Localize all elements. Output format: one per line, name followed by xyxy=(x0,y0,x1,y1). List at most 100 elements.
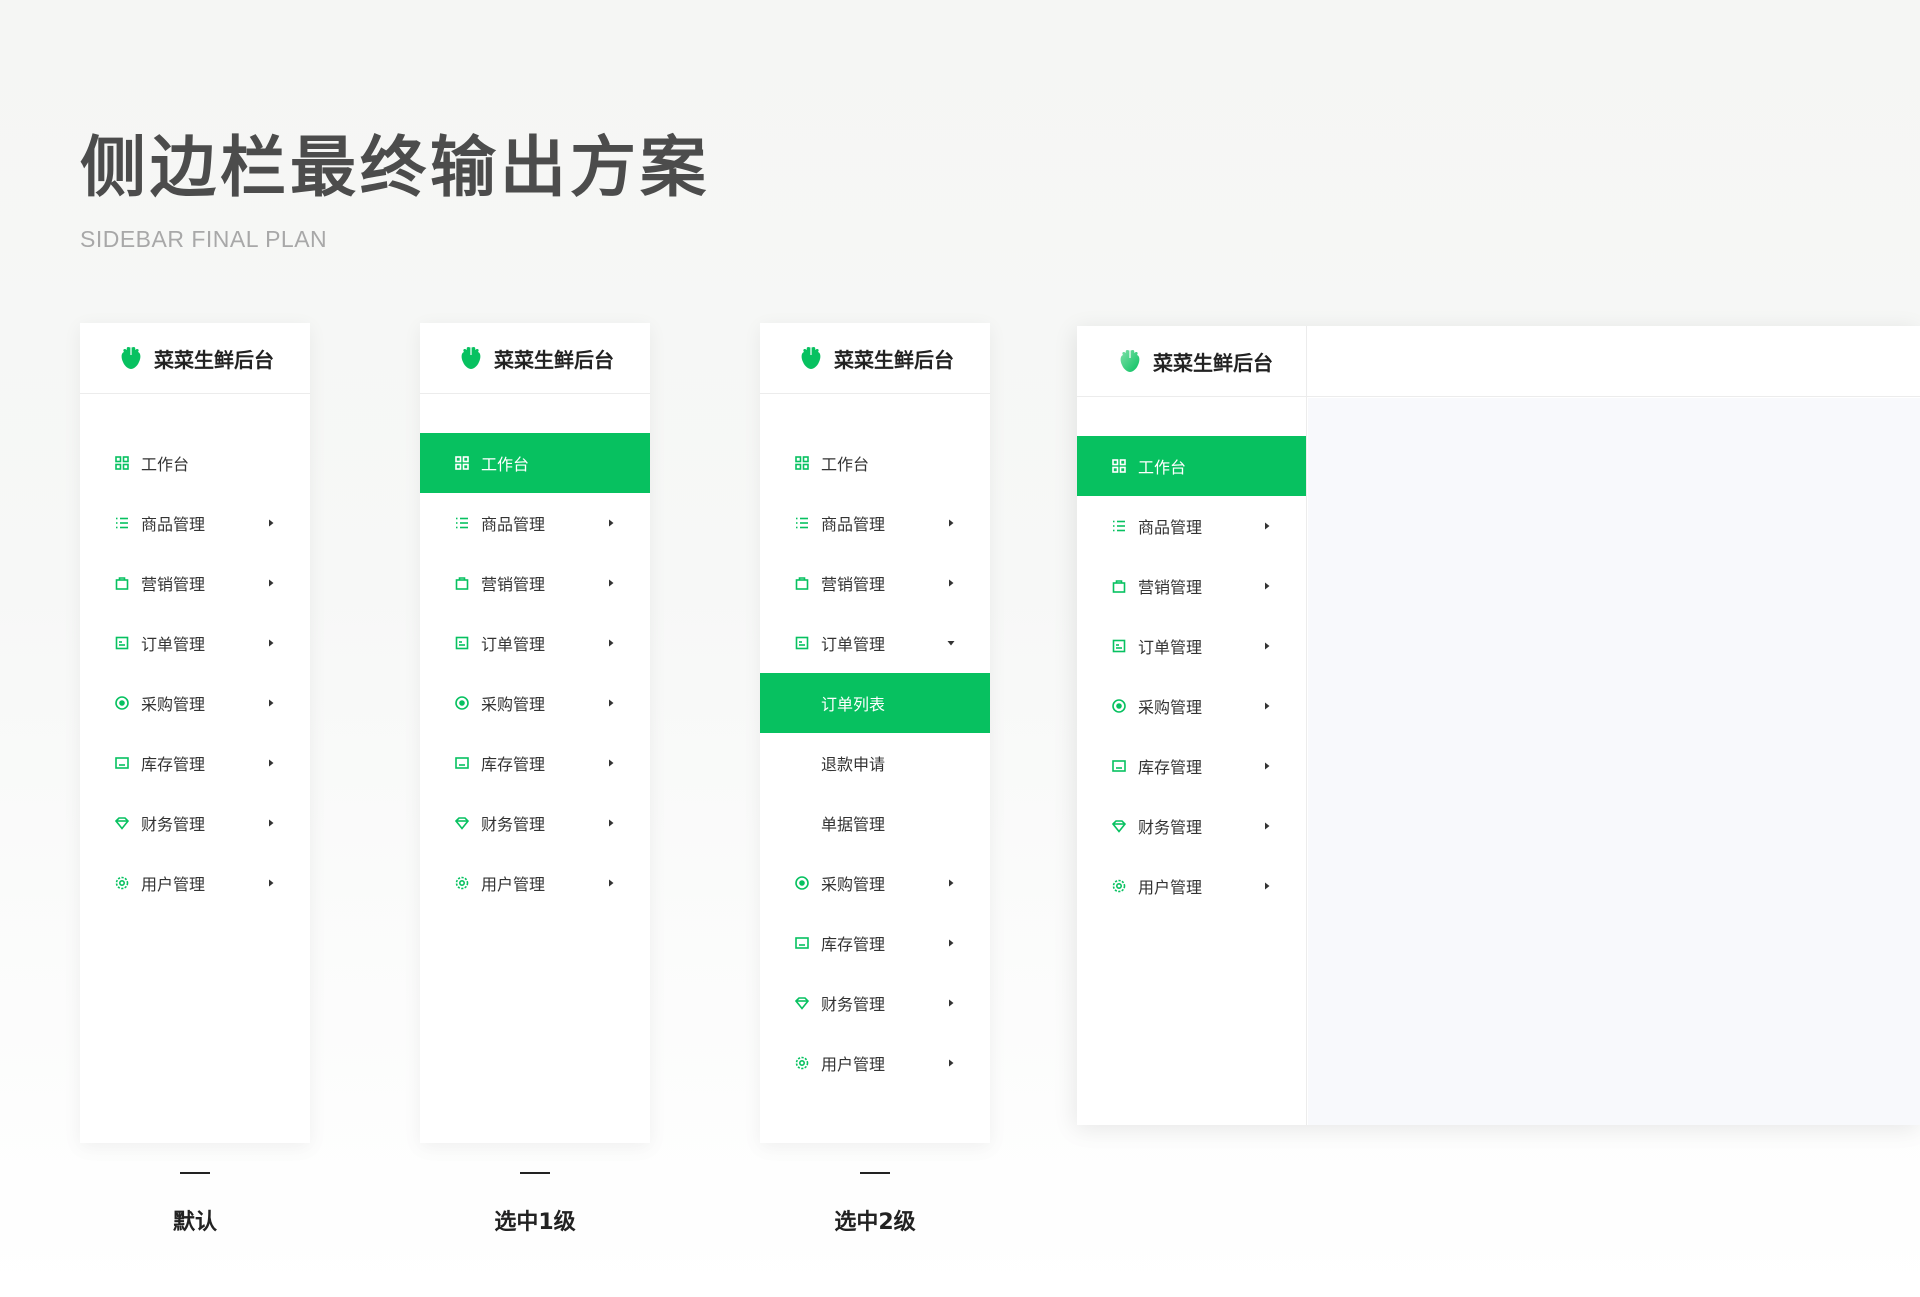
sidebar-item-workbench[interactable]: 工作台 xyxy=(80,433,310,493)
sidebar-item-label: 订单管理 xyxy=(1138,638,1203,657)
sidebar-item-users[interactable]: 用户管理 xyxy=(760,1033,990,1093)
caret-right-icon xyxy=(946,1058,956,1068)
gear-icon xyxy=(794,1055,810,1071)
sidebar-item-marketing[interactable]: 营销管理 xyxy=(760,553,990,613)
receipt-icon xyxy=(454,635,470,651)
sidebar-menu: 工作台 商品管理 营销管理 订单管理 采购管理 库存管理 财务管理 用户管理 xyxy=(80,394,310,913)
sidebar-menu: 工作台 商品管理 营销管理 订单管理 采购管理 库存管理 财务管理 用户管理 xyxy=(1077,397,1306,916)
sidebar-item-purchase[interactable]: 采购管理 xyxy=(80,673,310,733)
sidebar-item-purchase[interactable]: 采购管理 xyxy=(420,673,650,733)
sidebar-subitem-refund[interactable]: 退款申请 xyxy=(760,733,990,793)
sidebar-item-label: 营销管理 xyxy=(481,575,546,594)
sidebar-item-finance[interactable]: 财务管理 xyxy=(760,973,990,1033)
sidebar-item-inventory[interactable]: 库存管理 xyxy=(80,733,310,793)
sidebar-logo[interactable]: 菜菜生鲜后台 xyxy=(1077,326,1306,397)
sidebar-item-label: 工作台 xyxy=(821,455,870,474)
caption-default: 默认 xyxy=(172,1210,217,1235)
page-subtitle: SIDEBAR FINAL PLAN xyxy=(80,226,328,252)
sidebar-item-workbench[interactable]: 工作台 xyxy=(1077,436,1306,496)
brand-name: 菜菜生鲜后台 xyxy=(154,347,274,372)
brand-name: 菜菜生鲜后台 xyxy=(494,347,614,372)
sidebar-item-orders[interactable]: 订单管理 xyxy=(760,613,990,673)
sidebar-item-label: 订单管理 xyxy=(821,635,886,654)
sidebar-item-label: 用户管理 xyxy=(481,875,546,894)
sidebar-item-inventory[interactable]: 库存管理 xyxy=(760,913,990,973)
sidebar-item-label: 采购管理 xyxy=(141,695,206,714)
sidebar-item-goods[interactable]: 商品管理 xyxy=(80,493,310,553)
sidebar-item-finance[interactable]: 财务管理 xyxy=(1077,796,1306,856)
bag-icon xyxy=(114,575,130,591)
sidebar-item-goods[interactable]: 商品管理 xyxy=(420,493,650,553)
main-content-area xyxy=(1308,398,1920,1125)
sidebar-item-label: 营销管理 xyxy=(821,575,886,594)
caret-right-icon xyxy=(1262,821,1272,831)
grid-icon xyxy=(1111,458,1127,474)
sidebar-item-goods[interactable]: 商品管理 xyxy=(760,493,990,553)
sidebar-logo[interactable]: 菜菜生鲜后台 xyxy=(80,323,310,394)
sidebar-item-orders[interactable]: 订单管理 xyxy=(420,613,650,673)
caret-right-icon xyxy=(946,518,956,528)
gear-icon xyxy=(1111,878,1127,894)
sidebar-item-users[interactable]: 用户管理 xyxy=(80,853,310,913)
sidebar-item-label: 单据管理 xyxy=(821,815,886,834)
sidebar-item-label: 商品管理 xyxy=(141,515,206,534)
sidebar-item-users[interactable]: 用户管理 xyxy=(1077,856,1306,916)
sidebar-item-finance[interactable]: 财务管理 xyxy=(80,793,310,853)
sidebar-item-marketing[interactable]: 营销管理 xyxy=(80,553,310,613)
target-icon xyxy=(454,695,470,711)
caret-right-icon xyxy=(606,878,616,888)
caret-right-icon xyxy=(1262,881,1272,891)
list-icon xyxy=(794,515,810,531)
sidebar-item-label: 用户管理 xyxy=(821,1055,886,1074)
caret-right-icon xyxy=(606,818,616,828)
bag-icon xyxy=(794,575,810,591)
caret-right-icon xyxy=(946,998,956,1008)
sidebar-item-users[interactable]: 用户管理 xyxy=(420,853,650,913)
caret-right-icon xyxy=(946,578,956,588)
caret-right-icon xyxy=(266,878,276,888)
sidebar-item-purchase[interactable]: 采购管理 xyxy=(760,853,990,913)
caption-divider xyxy=(180,1172,210,1174)
sidebar-logo[interactable]: 菜菜生鲜后台 xyxy=(760,323,990,394)
sidebar-logo[interactable]: 菜菜生鲜后台 xyxy=(420,323,650,394)
caret-right-icon xyxy=(266,698,276,708)
sidebar-item-label: 采购管理 xyxy=(481,695,546,714)
sidebar-item-label: 用户管理 xyxy=(1138,878,1203,897)
caret-right-icon xyxy=(1262,521,1272,531)
caret-down-icon xyxy=(946,638,956,648)
sidebar-item-marketing[interactable]: 营销管理 xyxy=(420,553,650,613)
sidebar-item-purchase[interactable]: 采购管理 xyxy=(1077,676,1306,736)
sidebar-item-label: 订单管理 xyxy=(141,635,206,654)
sidebar-item-workbench[interactable]: 工作台 xyxy=(420,433,650,493)
sidebar-item-label: 工作台 xyxy=(141,455,190,474)
sidebar-item-inventory[interactable]: 库存管理 xyxy=(1077,736,1306,796)
sidebar-subitem-docs[interactable]: 单据管理 xyxy=(760,793,990,853)
sidebar-item-inventory[interactable]: 库存管理 xyxy=(420,733,650,793)
gear-icon xyxy=(454,875,470,891)
sidebar-item-label: 库存管理 xyxy=(821,935,886,954)
radish-logo-icon xyxy=(797,344,825,372)
sidebar-item-workbench[interactable]: 工作台 xyxy=(760,433,990,493)
preview-sidebar: 菜菜生鲜后台 工作台 商品管理 营销管理 订单管理 采购管理 库存管理 财务管理… xyxy=(1077,326,1307,1125)
receipt-icon xyxy=(114,635,130,651)
caret-right-icon xyxy=(946,878,956,888)
sidebar-item-orders[interactable]: 订单管理 xyxy=(80,613,310,673)
sidebar-item-finance[interactable]: 财务管理 xyxy=(420,793,650,853)
sidebar-item-label: 订单管理 xyxy=(481,635,546,654)
grid-icon xyxy=(794,455,810,471)
inbox-icon xyxy=(794,935,810,951)
brand-name: 菜菜生鲜后台 xyxy=(1153,350,1273,375)
gear-icon xyxy=(114,875,130,891)
sidebar-subitem-order-list[interactable]: 订单列表 xyxy=(760,673,990,733)
sidebar-item-label: 财务管理 xyxy=(821,995,886,1014)
caret-right-icon xyxy=(266,758,276,768)
diamond-icon xyxy=(114,815,130,831)
caret-right-icon xyxy=(1262,701,1272,711)
sidebar-item-label: 订单列表 xyxy=(821,695,886,714)
sidebar-item-label: 商品管理 xyxy=(1138,518,1203,537)
sidebar-item-orders[interactable]: 订单管理 xyxy=(1077,616,1306,676)
sidebar-item-marketing[interactable]: 营销管理 xyxy=(1077,556,1306,616)
caret-right-icon xyxy=(606,758,616,768)
sidebar-item-label: 库存管理 xyxy=(481,755,546,774)
sidebar-item-goods[interactable]: 商品管理 xyxy=(1077,496,1306,556)
